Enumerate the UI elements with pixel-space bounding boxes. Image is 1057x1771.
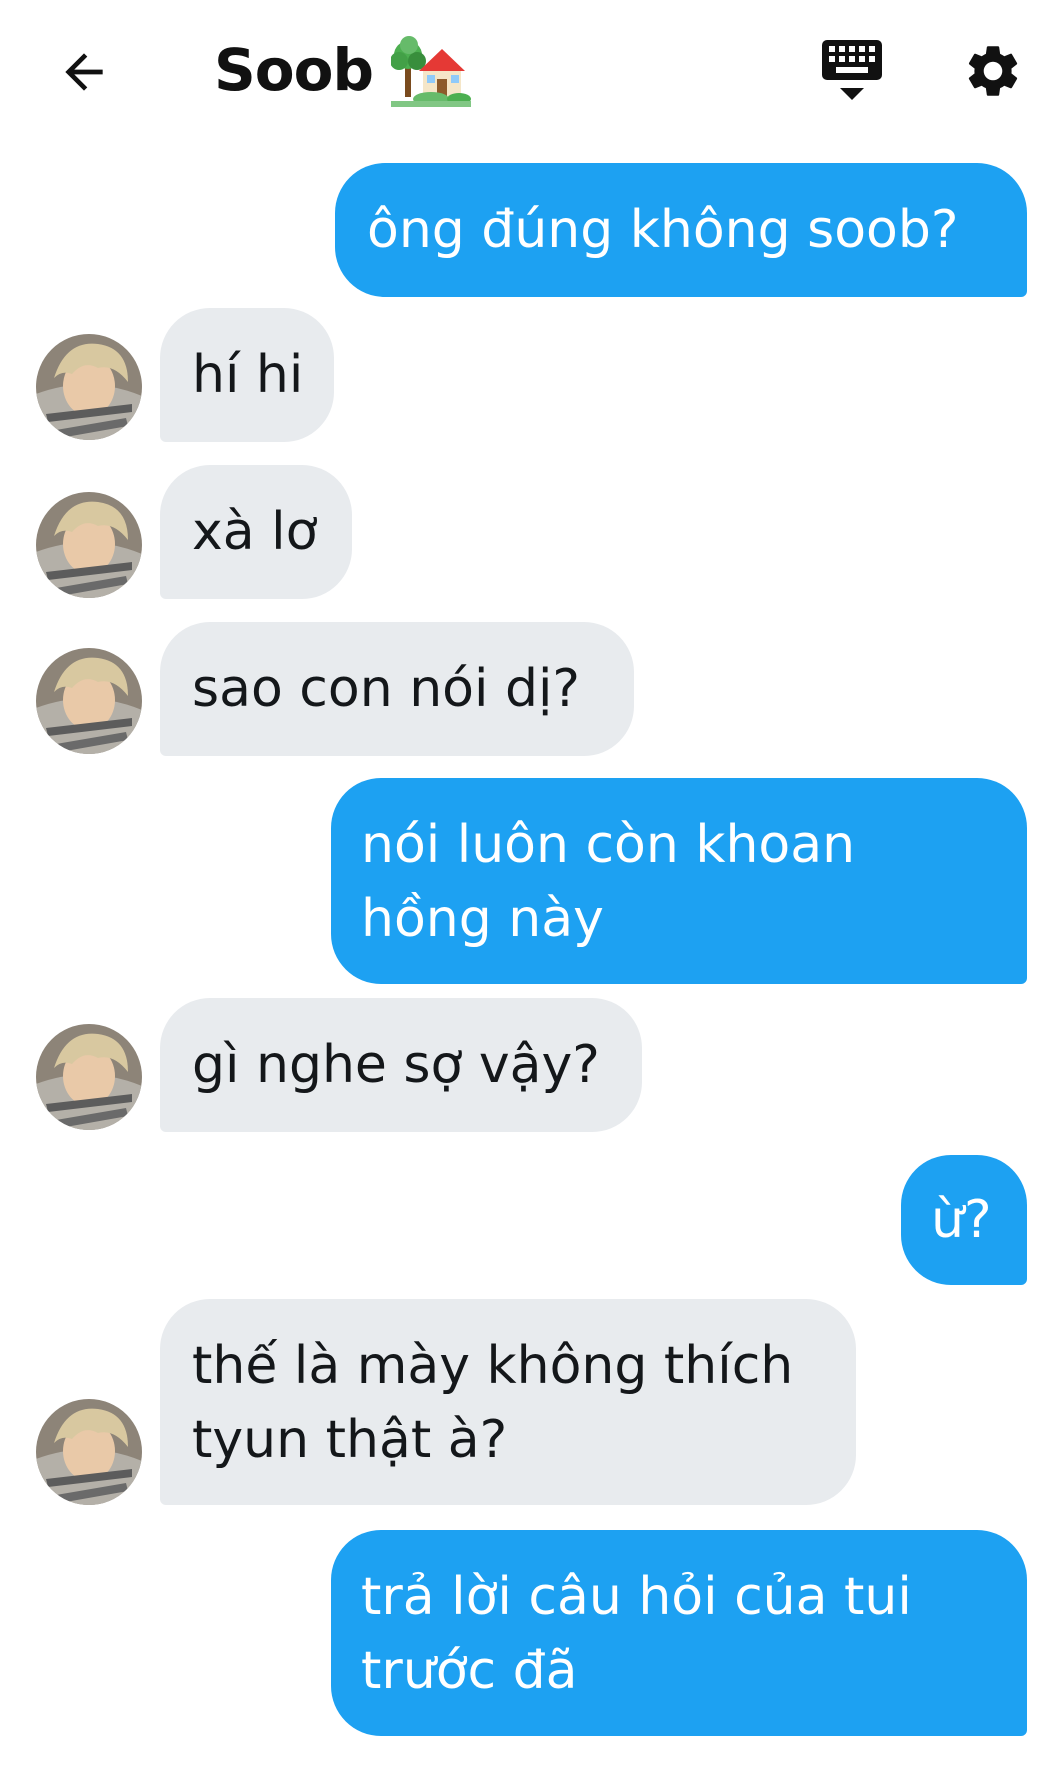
message-text: hồng này — [361, 889, 604, 949]
message-text: trả lời câu hỏi của tui — [361, 1567, 912, 1627]
contact-avatar[interactable] — [36, 648, 142, 754]
message-text: trước đã — [361, 1641, 578, 1701]
contact-avatar[interactable] — [36, 1024, 142, 1130]
message-text: ông đúng không soob? — [367, 200, 959, 260]
message-bubble-incoming[interactable]: thế là mày không thích tyun thật à? — [160, 1299, 856, 1505]
message-bubble-incoming[interactable]: gì nghe sợ vậy? — [160, 998, 642, 1132]
contact-name: Soob — [214, 36, 374, 104]
keyboard-button[interactable] — [820, 36, 884, 106]
avatar-photo — [36, 1024, 142, 1130]
conversation-title[interactable]: Soob — [214, 30, 471, 110]
message-bubble-incoming[interactable]: xà lơ — [160, 465, 352, 599]
message-bubble-outgoing[interactable]: ừ? — [901, 1155, 1027, 1285]
chat-header: Soob — [0, 0, 1057, 150]
keyboard-icon — [822, 40, 882, 100]
message-text: ừ? — [931, 1190, 992, 1250]
avatar-photo — [36, 648, 142, 754]
house-with-garden-emoji — [390, 36, 471, 107]
settings-button[interactable] — [962, 40, 1024, 102]
contact-avatar[interactable] — [36, 334, 142, 440]
message-text: thế là mày không thích — [192, 1336, 794, 1396]
message-text: nói luôn còn khoan — [361, 815, 856, 875]
message-bubble-incoming[interactable]: sao con nói dị? — [160, 622, 634, 756]
message-bubble-incoming[interactable]: hí hi — [160, 308, 334, 442]
contact-avatar[interactable] — [36, 1399, 142, 1505]
avatar-photo — [36, 492, 142, 598]
avatar-photo — [36, 1399, 142, 1505]
contact-avatar[interactable] — [36, 492, 142, 598]
gear-icon — [968, 46, 1018, 96]
message-bubble-outgoing[interactable]: nói luôn còn khoan hồng này — [331, 778, 1027, 984]
message-text: sao con nói dị? — [192, 659, 580, 719]
message-text: xà lơ — [192, 502, 318, 562]
message-bubble-outgoing[interactable]: ông đúng không soob? — [335, 163, 1027, 297]
message-text: tyun thật à? — [192, 1410, 508, 1470]
back-button[interactable] — [52, 40, 116, 104]
message-text: gì nghe sợ vậy? — [192, 1035, 600, 1095]
message-text: hí hi — [192, 345, 304, 405]
avatar-photo — [36, 334, 142, 440]
arrow-left-icon — [65, 53, 103, 91]
message-bubble-outgoing[interactable]: trả lời câu hỏi của tui trước đã — [331, 1530, 1027, 1736]
